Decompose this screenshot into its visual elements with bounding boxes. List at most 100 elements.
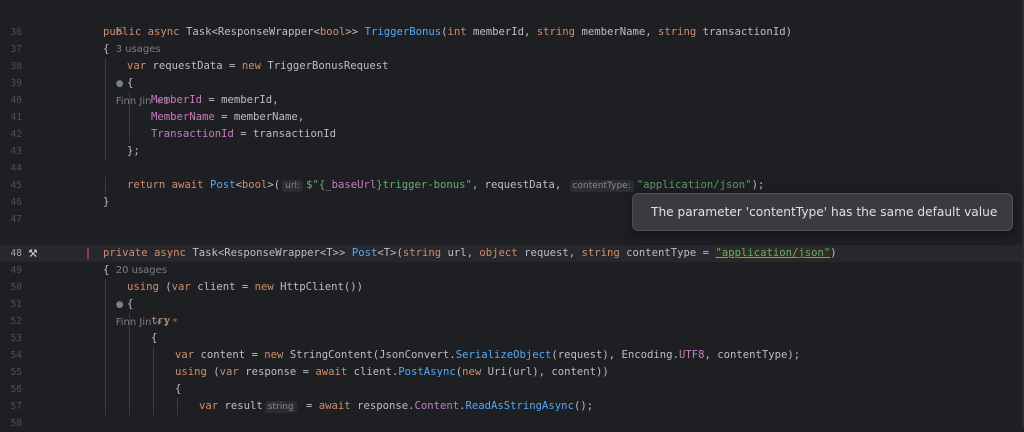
code-text[interactable]: TransactionId = transactionId [151,126,336,143]
code-token: client = [197,281,255,293]
code-text[interactable]: { [175,381,181,398]
code-token: JsonConvert [379,349,450,361]
code-line[interactable]: 50 using (var client = new HttpClient()) [0,279,1024,296]
indent-guide [105,398,106,415]
code-text[interactable]: MemberName = memberName, [151,109,304,126]
code-token: object [479,247,525,259]
line-number[interactable]: 43 [0,143,22,160]
hammer-icon[interactable]: ⚒ [28,245,38,262]
code-line[interactable]: 40 MemberId = memberId, [0,92,1024,109]
code-line[interactable]: 49 { [0,262,1024,279]
code-token: PostAsync [398,366,456,378]
line-number[interactable]: 45 [0,177,22,194]
code-line[interactable]: 45 return await Post<bool>(url: $"{_baseUr… [0,177,1024,194]
line-number[interactable]: 58 [0,415,22,432]
code-text[interactable]: var result string = await response.Conten… [199,398,593,415]
code-token: content = [200,349,265,361]
code-line[interactable]: 54 var content = new StringContent(JsonCo… [0,347,1024,364]
code-line[interactable]: 43}; [0,143,1024,160]
code-text[interactable]: var requestData = new TriggerBonusReques… [127,58,389,75]
code-line[interactable]: 55 using (var response = await client.Pos… [0,364,1024,381]
code-text[interactable]: using (var client = new HttpClient()) [127,279,363,296]
code-text[interactable]: var content = new StringContent(JsonConv… [175,347,800,364]
code-line[interactable]: 48 ⚒ private async Task<ResponseWrapper<T>… [0,245,1024,262]
code-text[interactable]: public async Task<ResponseWrapper<bool>>… [103,24,792,41]
indent-guide [105,279,106,296]
change-marker[interactable] [87,248,89,259]
line-number[interactable]: 57 [0,398,22,415]
line-number[interactable]: 40 [0,92,22,109]
code-token: var [219,366,246,378]
code-line[interactable]: 36 public async Task<ResponseWrapper<bool… [0,24,1024,41]
code-token: Content [414,400,460,412]
line-number[interactable]: 48 [0,245,22,262]
code-token: response. [357,400,415,412]
code-token: string [581,247,627,259]
code-text[interactable]: { [103,262,109,279]
line-number[interactable]: 47 [0,211,22,228]
indent-guide [153,381,154,398]
line-number[interactable]: 52 [0,313,22,330]
code-token: requestData = [152,60,242,72]
indent-guide [105,177,106,194]
code-text[interactable]: { [127,296,133,313]
code-line[interactable]: 37 { [0,41,1024,58]
code-line[interactable]: 38 var requestData = new TriggerBonusRequ… [0,58,1024,75]
code-token: { [151,332,158,344]
code-line[interactable]: 42 TransactionId = transactionId [0,126,1024,143]
line-number[interactable]: 37 [0,41,22,58]
code-token: await [318,400,358,412]
code-lens-post[interactable]: ⇱ 20 usages ● Finn Jin +1 * [103,228,178,328]
code-line[interactable]: 52 try [0,313,1024,330]
indent-guide [105,126,106,143]
code-text[interactable]: { [103,41,109,58]
line-number[interactable]: 41 [0,109,22,126]
line-number[interactable]: 38 [0,58,22,75]
code-text[interactable]: { [127,75,133,92]
code-text[interactable]: } [103,194,109,211]
code-token: contentType = [626,247,716,259]
code-line[interactable]: 51 { [0,296,1024,313]
code-text[interactable]: MemberId = memberId, [151,92,279,109]
code-token: private [103,247,155,259]
line-number[interactable]: 50 [0,279,22,296]
line-number[interactable]: 53 [0,330,22,347]
code-text[interactable]: private async Task<ResponseWrapper<T>> P… [103,245,837,262]
indent-guide [105,313,106,330]
code-editor[interactable]: ⇱ 3 usages ● Finn Jin +1 ⇱ 20 usages ● F… [0,0,1024,429]
line-number[interactable]: 49 [0,262,22,279]
line-number[interactable]: 44 [0,160,22,177]
line-number[interactable]: 39 [0,75,22,92]
code-token: (url), content)) [506,366,609,378]
line-number[interactable]: 55 [0,364,22,381]
parameter-hint[interactable]: string [264,401,297,413]
code-line[interactable]: 44 [0,160,1024,177]
code-text[interactable]: { [151,330,157,347]
line-number[interactable]: 56 [0,381,22,398]
code-line[interactable]: 56 { [0,381,1024,398]
line-number[interactable]: 51 [0,296,22,313]
code-line[interactable]: 41 MemberName = memberName, [0,109,1024,126]
code-text[interactable]: try [151,313,170,330]
code-text[interactable]: }; [127,143,140,160]
code-token: UTF8 [678,349,705,361]
code-text[interactable]: using (var response = await client.PostA… [175,364,609,381]
code-token: , requestData, [471,179,568,191]
code-line[interactable]: 39 { [0,75,1024,92]
line-number[interactable]: 46 [0,194,22,211]
code-token: request, [524,247,582,259]
code-line[interactable]: 58 [0,415,1024,432]
parameter-hint[interactable]: url: [282,180,304,192]
code-text[interactable]: return await Post<bool>(url: $"{_baseUrl}… [127,177,764,194]
indent-guide [105,347,106,364]
code-lens-trigger-bonus[interactable]: ⇱ 3 usages ● Finn Jin +1 [103,7,170,107]
indent-guide [129,381,130,398]
line-number[interactable]: 54 [0,347,22,364]
code-line[interactable]: 57 var result string = await response.Cont… [0,398,1024,415]
line-number[interactable]: 42 [0,126,22,143]
code-line[interactable]: 53 { [0,330,1024,347]
code-token: { [127,77,134,89]
parameter-hint[interactable]: contentType: [569,180,634,192]
line-number[interactable]: 36 [0,24,22,41]
tooltip-text: The parameter 'contentType' has the same… [651,205,998,219]
